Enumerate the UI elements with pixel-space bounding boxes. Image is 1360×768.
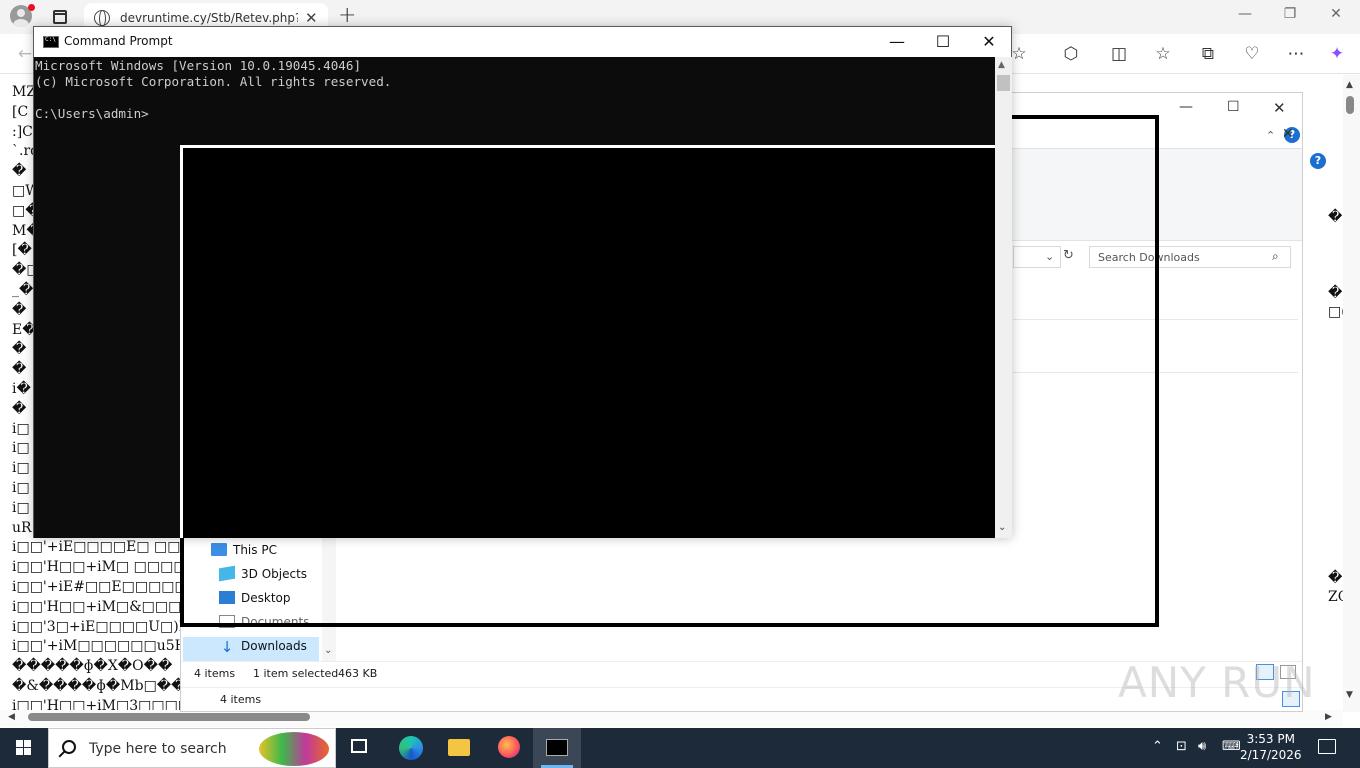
browser-minimize-button[interactable]: — [1222, 6, 1268, 22]
cmd-console-text: Microsoft Windows [Version 10.0.19045.40… [35, 58, 392, 121]
network-icon[interactable]: ⊡ [1176, 739, 1187, 754]
tab-title: devruntime.cy/Stb/Retev.php?bl= [120, 11, 298, 25]
tab-actions-icon[interactable] [53, 10, 67, 24]
search-highlight-image [259, 732, 329, 766]
taskbar-clock[interactable]: 3:53 PM 2/17/2026 [1240, 731, 1302, 763]
favorites-icon[interactable]: ☆ [1152, 44, 1174, 64]
command-prompt-window[interactable]: Command Prompt — ☐ ✕ Microsoft Windows [… [33, 26, 1012, 538]
scroll-down-icon[interactable]: ▼ [1346, 690, 1353, 700]
page-vertical-scrollbar[interactable] [1343, 75, 1360, 712]
cmd-console[interactable]: Microsoft Windows [Version 10.0.19045.40… [34, 57, 995, 538]
task-view-button[interactable] [336, 728, 384, 768]
taskbar-search-box[interactable]: Type here to search [48, 728, 336, 768]
firefox-icon [498, 736, 520, 758]
chevron-down-icon: ⌄ [324, 645, 333, 656]
page-horizontal-scroll-thumb[interactable] [28, 713, 310, 721]
more-menu-icon[interactable]: ⋯ [1285, 44, 1307, 64]
explorer-close-button[interactable]: ✕ [1273, 99, 1286, 117]
scroll-up-icon[interactable]: ▲ [998, 60, 1005, 70]
collections-icon[interactable]: ⧉ [1197, 44, 1219, 64]
cmd-app-icon [43, 36, 59, 48]
cmd-window-title: Command Prompt [64, 34, 173, 48]
taskbar-firefox[interactable] [485, 728, 533, 768]
status-size: 463 KB [338, 667, 378, 680]
extensions-icon[interactable]: ⬡ [1060, 44, 1082, 64]
task-view-icon [351, 739, 367, 753]
cmd-titlebar[interactable]: Command Prompt — ☐ ✕ [34, 27, 1011, 57]
notification-dot-icon [28, 4, 35, 11]
search-icon: ⌕ [1272, 249, 1279, 263]
search-icon [62, 740, 76, 754]
scroll-up-icon[interactable]: ▲ [1346, 80, 1353, 90]
status-selection: 1 item selected [253, 667, 339, 680]
taskbar-command-prompt[interactable] [533, 728, 581, 768]
ribbon-collapse-icon[interactable]: ⌃ [1266, 129, 1275, 142]
page-vertical-scroll-thumb[interactable] [1346, 96, 1354, 114]
scroll-right-icon[interactable]: ▶ [1325, 712, 1332, 722]
windows-logo-icon [16, 740, 31, 755]
secondary-close-icon[interactable]: ✕ [1282, 126, 1294, 142]
clock-time: 3:53 PM [1246, 732, 1295, 746]
volume-icon[interactable]: 🔊︎ [1198, 739, 1206, 754]
taskbar-edge[interactable] [388, 728, 436, 768]
help-icon[interactable]: ? [1310, 153, 1326, 169]
taskbar-file-explorer[interactable] [436, 728, 484, 768]
cmd-scroll-thumb[interactable] [997, 75, 1010, 91]
split-screen-icon[interactable]: ◫ [1108, 44, 1130, 64]
cmd-maximize-button[interactable]: ☐ [920, 29, 966, 55]
browser-restore-button[interactable]: ❐ [1267, 6, 1313, 22]
globe-icon [94, 10, 110, 27]
browser-essentials-icon[interactable]: ♡ [1241, 44, 1263, 64]
status-item-count-2: 4 items [220, 693, 262, 706]
show-hidden-icons-icon[interactable]: ⌃ [1152, 739, 1163, 754]
nav-label: Downloads [241, 639, 307, 653]
cmd-taskbar-icon [546, 739, 568, 756]
notification-center-icon[interactable] [1318, 739, 1336, 754]
cmd-minimize-button[interactable]: — [874, 29, 920, 55]
overlay-black-block [183, 148, 995, 538]
new-tab-button[interactable]: + [338, 3, 356, 28]
browser-close-button[interactable]: ✕ [1313, 6, 1359, 22]
start-button[interactable] [0, 728, 48, 768]
tab-close-icon[interactable]: ✕ [305, 9, 318, 27]
cmd-close-button[interactable]: ✕ [966, 29, 1012, 55]
folder-icon [448, 739, 470, 756]
clock-date: 2/17/2026 [1240, 748, 1302, 762]
language-icon[interactable]: ⌨ [1222, 739, 1241, 754]
download-arrow-icon: ↓ [220, 638, 234, 656]
scroll-left-icon[interactable]: ◀ [8, 712, 15, 722]
explorer-minimize-button[interactable]: — [1179, 99, 1193, 115]
taskbar-search-placeholder: Type here to search [89, 741, 227, 757]
cmd-scrollbar[interactable]: ▲ ⌄ [995, 57, 1012, 538]
nav-item-downloads[interactable]: ↓ Downloads [219, 639, 307, 661]
chevron-down-icon[interactable]: ⌄ [998, 522, 1006, 533]
explorer-maximize-button[interactable]: ☐ [1227, 99, 1240, 115]
edge-browser-icon [399, 736, 423, 760]
status-item-count: 4 items [194, 667, 236, 680]
watermark-logo: ANY RUN [1118, 658, 1316, 707]
copilot-icon[interactable]: ✦ [1326, 44, 1348, 64]
